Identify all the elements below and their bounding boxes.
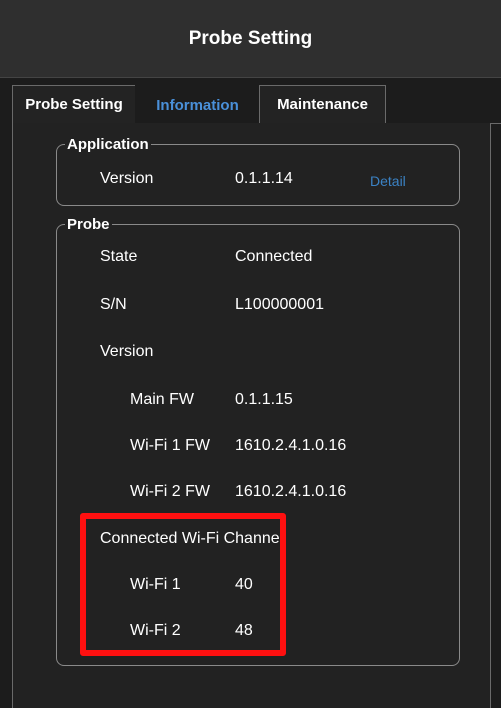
wifi2-fw-label: Wi-Fi 2 FW: [130, 483, 210, 500]
application-legend: Application: [67, 136, 149, 153]
app-version-value: 0.1.1.14: [235, 170, 293, 187]
tab-information[interactable]: Information: [135, 85, 260, 124]
main-fw-label: Main FW: [130, 391, 194, 408]
page-title: Probe Setting: [188, 27, 313, 49]
sn-label: S/N: [100, 296, 127, 313]
wifi2-fw-value: 1610.2.4.1.0.16: [235, 483, 347, 500]
detail-link[interactable]: Detail: [370, 173, 406, 189]
tab-probe-setting[interactable]: Probe Setting: [12, 85, 136, 123]
main-fw-value: 0.1.1.15: [235, 391, 293, 408]
highlight-box: [80, 513, 286, 656]
tab-bar: Probe Setting Information Maintenance: [12, 85, 501, 124]
wifi1-fw-label: Wi-Fi 1 FW: [130, 437, 210, 454]
title-bar: Probe Setting: [0, 0, 501, 78]
probe-version-label: Version: [100, 343, 154, 360]
app-version-label: Version: [100, 170, 154, 187]
wifi1-fw-value: 1610.2.4.1.0.16: [235, 437, 347, 454]
probe-legend: Probe: [67, 216, 110, 233]
state-label: State: [100, 248, 138, 265]
tab-maintenance[interactable]: Maintenance: [259, 85, 386, 123]
sn-value: L100000001: [235, 296, 324, 313]
state-value: Connected: [235, 248, 313, 265]
